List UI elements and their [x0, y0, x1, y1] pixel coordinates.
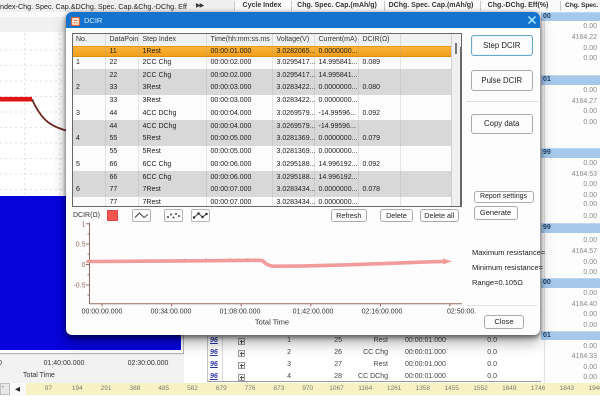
svg-text:01:42:00.000: 01:42:00.000: [293, 309, 334, 316]
svg-text:0: 0: [82, 262, 86, 269]
svg-text:02:50:00.: 02:50:00.: [447, 309, 476, 316]
svg-text:-0.5: -0.5: [73, 283, 85, 290]
svg-text:00:00:00.000: 00:00:00.000: [82, 309, 123, 316]
svg-text:0.5: 0.5: [76, 242, 86, 249]
svg-text:1: 1: [82, 221, 86, 228]
svg-text:Total Time: Total Time: [255, 318, 289, 327]
svg-text:02:16:00.000: 02:16:00.000: [362, 309, 403, 316]
svg-text:01:08:00.000: 01:08:00.000: [220, 309, 261, 316]
svg-text:00:34:00.000: 00:34:00.000: [151, 309, 192, 316]
